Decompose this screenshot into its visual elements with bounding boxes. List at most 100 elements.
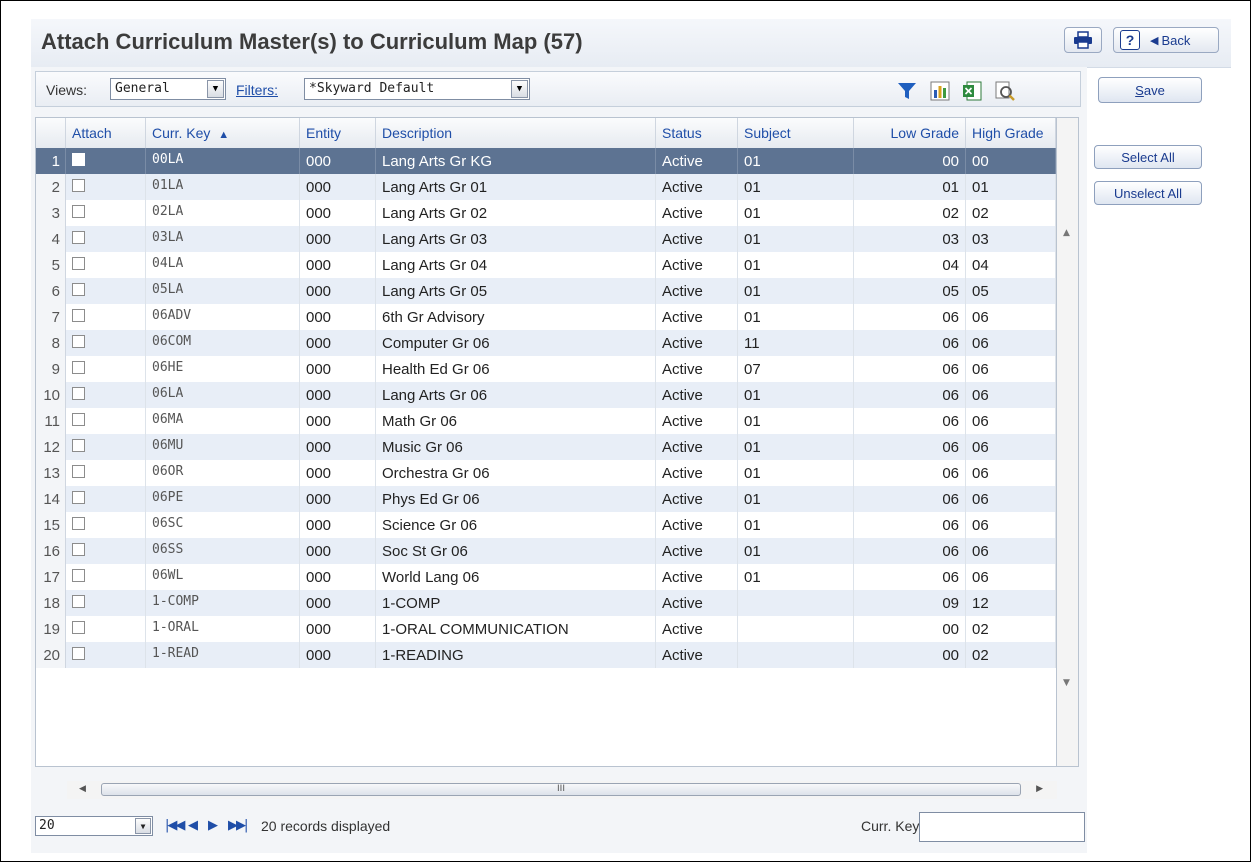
column-header-low-grade[interactable]: Low Grade <box>854 118 966 148</box>
next-page-icon[interactable]: ▶ <box>208 818 218 833</box>
title-bar: Attach Curriculum Master(s) to Curriculu… <box>31 19 1231 68</box>
table-row[interactable]: 8 06COM 000 Computer Gr 06 Active 11 06 06 <box>36 330 1056 356</box>
high-grade-cell: 04 <box>966 252 1056 278</box>
back-button[interactable]: Back <box>1161 33 1190 48</box>
low-grade-cell: 06 <box>854 486 966 512</box>
chevron-down-icon[interactable]: ▼ <box>511 80 528 98</box>
row-number: 14 <box>36 486 66 512</box>
row-number: 12 <box>36 434 66 460</box>
attach-checkbox[interactable] <box>72 205 85 218</box>
table-row[interactable]: 7 06ADV 000 6th Gr Advisory Active 01 06 06 <box>36 304 1056 330</box>
subject-cell: 01 <box>738 486 854 512</box>
table-row[interactable]: 6 05LA 000 Lang Arts Gr 05 Active 01 05 05 <box>36 278 1056 304</box>
column-header-high-grade[interactable]: High Grade <box>966 118 1056 148</box>
table-row[interactable]: 10 06LA 000 Lang Arts Gr 06 Active 01 06 06 <box>36 382 1056 408</box>
attach-checkbox[interactable] <box>72 543 85 556</box>
attach-checkbox[interactable] <box>72 569 85 582</box>
previous-page-icon[interactable]: ◀ <box>188 818 198 833</box>
table-row[interactable]: 3 02LA 000 Lang Arts Gr 02 Active 01 02 02 <box>36 200 1056 226</box>
attach-checkbox[interactable] <box>72 153 85 166</box>
chevron-down-icon[interactable]: ▼ <box>135 818 151 834</box>
row-number: 6 <box>36 278 66 304</box>
attach-checkbox[interactable] <box>72 621 85 634</box>
row-number: 20 <box>36 642 66 668</box>
table-row[interactable]: 9 06HE 000 Health Ed Gr 06 Active 07 06 06 <box>36 356 1056 382</box>
column-header-attach[interactable]: Attach <box>66 118 146 148</box>
column-header-entity[interactable]: Entity <box>300 118 376 148</box>
views-select[interactable]: General ▼ <box>110 78 226 100</box>
attach-checkbox[interactable] <box>72 439 85 452</box>
table-row[interactable]: 18 1-COMP 000 1-COMP Active 09 12 <box>36 590 1056 616</box>
grid-header: Attach Curr. Key ▲ Entity Description St… <box>36 118 1056 149</box>
table-row[interactable]: 17 06WL 000 World Lang 06 Active 01 06 06 <box>36 564 1056 590</box>
attach-checkbox[interactable] <box>72 595 85 608</box>
scroll-left-icon[interactable]: ◀ <box>79 784 86 794</box>
attach-checkbox[interactable] <box>72 257 85 270</box>
horizontal-scrollbar[interactable]: ◀ III ▶ <box>67 781 1057 799</box>
high-grade-cell: 12 <box>966 590 1056 616</box>
column-header-subject[interactable]: Subject <box>738 118 854 148</box>
chart-icon[interactable] <box>929 80 951 102</box>
print-preview-icon[interactable] <box>994 80 1016 102</box>
scroll-right-icon[interactable]: ▶ <box>1036 784 1043 794</box>
attach-checkbox[interactable] <box>72 413 85 426</box>
table-row[interactable]: 19 1-ORAL 000 1-ORAL COMMUNICATION Active 00 0… <box>36 616 1056 642</box>
table-row[interactable]: 15 06SC 000 Science Gr 06 Active 01 06 06 <box>36 512 1056 538</box>
attach-checkbox[interactable] <box>72 179 85 192</box>
vertical-scrollbar[interactable]: ▲ ▼ <box>1057 117 1079 767</box>
low-grade-cell: 00 <box>854 148 966 174</box>
printer-icon <box>1074 31 1092 49</box>
attach-checkbox[interactable] <box>72 231 85 244</box>
last-page-icon[interactable]: ▶▶| <box>228 818 248 833</box>
scroll-down-icon[interactable]: ▼ <box>1063 678 1070 688</box>
table-row[interactable]: 16 06SS 000 Soc St Gr 06 Active 01 06 06 <box>36 538 1056 564</box>
table-row[interactable]: 13 06OR 000 Orchestra Gr 06 Active 01 06 06 <box>36 460 1056 486</box>
column-header-status[interactable]: Status <box>656 118 738 148</box>
attach-checkbox[interactable] <box>72 647 85 660</box>
attach-checkbox[interactable] <box>72 335 85 348</box>
subject-cell: 01 <box>738 434 854 460</box>
attach-checkbox[interactable] <box>72 309 85 322</box>
table-row[interactable]: 4 03LA 000 Lang Arts Gr 03 Active 01 03 03 <box>36 226 1056 252</box>
help-button[interactable]: ? <box>1120 30 1140 50</box>
attach-checkbox[interactable] <box>72 283 85 296</box>
description-cell: Phys Ed Gr 06 <box>376 486 656 512</box>
attach-checkbox[interactable] <box>72 465 85 478</box>
low-grade-cell: 05 <box>854 278 966 304</box>
attach-checkbox[interactable] <box>72 517 85 530</box>
row-number: 15 <box>36 512 66 538</box>
scroll-up-icon[interactable]: ▲ <box>1063 228 1070 238</box>
first-page-icon[interactable]: |◀◀ <box>165 818 185 833</box>
column-header-curr-key[interactable]: Curr. Key ▲ <box>146 118 300 148</box>
table-row[interactable]: 5 04LA 000 Lang Arts Gr 04 Active 01 04 04 <box>36 252 1056 278</box>
filters-link[interactable]: Filters: <box>236 82 278 98</box>
column-header-description[interactable]: Description <box>376 118 656 148</box>
page-size-select[interactable]: 20 ▼ <box>35 816 153 836</box>
table-row[interactable]: 1 00LA 000 Lang Arts Gr KG Active 01 00 00 <box>36 148 1056 174</box>
high-grade-cell: 06 <box>966 304 1056 330</box>
attach-checkbox[interactable] <box>72 387 85 400</box>
select-all-button[interactable]: Select All <box>1094 145 1202 169</box>
print-button[interactable] <box>1064 27 1102 53</box>
attach-checkbox[interactable] <box>72 361 85 374</box>
high-grade-cell: 06 <box>966 434 1056 460</box>
table-row[interactable]: 14 06PE 000 Phys Ed Gr 06 Active 01 06 06 <box>36 486 1056 512</box>
chevron-down-icon[interactable]: ▼ <box>207 80 224 98</box>
curr-key-cell: 06COM <box>146 330 300 356</box>
curr-key-cell: 1-ORAL <box>146 616 300 642</box>
save-button[interactable]: Save <box>1098 77 1202 103</box>
filter-icon[interactable] <box>896 80 918 102</box>
excel-export-icon[interactable] <box>961 80 983 102</box>
table-row[interactable]: 12 06MU 000 Music Gr 06 Active 01 06 06 <box>36 434 1056 460</box>
curr-key-search-input[interactable] <box>919 812 1085 842</box>
filters-select[interactable]: *Skyward Default ▼ <box>304 78 530 100</box>
attach-checkbox[interactable] <box>72 491 85 504</box>
unselect-all-button[interactable]: Unselect All <box>1094 181 1202 205</box>
views-select-value: General <box>115 81 170 96</box>
description-cell: Music Gr 06 <box>376 434 656 460</box>
table-row[interactable]: 20 1-READ 000 1-READING Active 00 02 <box>36 642 1056 668</box>
sort-ascending-icon: ▲ <box>218 129 230 141</box>
scrollbar-thumb[interactable]: III <box>101 783 1021 796</box>
table-row[interactable]: 2 01LA 000 Lang Arts Gr 01 Active 01 01 01 <box>36 174 1056 200</box>
table-row[interactable]: 11 06MA 000 Math Gr 06 Active 01 06 06 <box>36 408 1056 434</box>
